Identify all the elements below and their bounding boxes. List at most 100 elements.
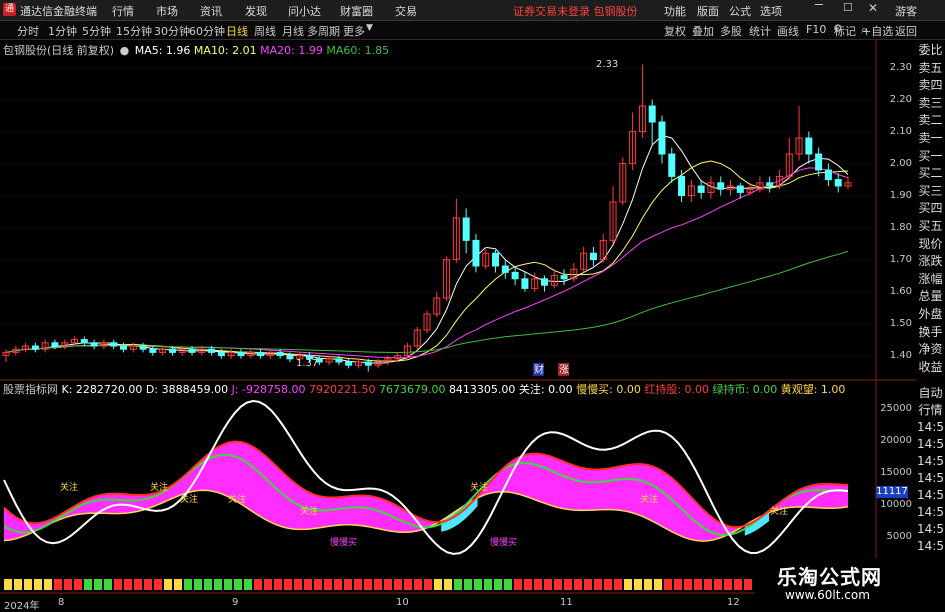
zhang-tag-label: 涨 bbox=[559, 364, 569, 376]
k-value: K: 2282720.00 bbox=[61, 383, 143, 396]
watermark-title: 乐淘公式网 bbox=[777, 565, 882, 589]
signal-cell bbox=[574, 579, 582, 590]
sidebar-quote-item: 净资 bbox=[918, 342, 943, 357]
draw-line-button[interactable]: 画线 bbox=[777, 23, 799, 39]
period-tab-1min[interactable]: 1分钟 bbox=[48, 23, 77, 39]
menu-item-layout[interactable]: 版面 bbox=[697, 3, 719, 19]
signal-cell bbox=[484, 579, 492, 590]
signal-cell bbox=[524, 579, 532, 590]
chart-area[interactable]: 关注关注关注关注关注关注关注关注慢慢买 慢慢买 2.33 1.37 财 涨 bbox=[0, 40, 916, 597]
signal-cell bbox=[134, 579, 142, 590]
candle-down bbox=[149, 348, 157, 353]
app-title: 通达信金融终端 bbox=[20, 5, 97, 18]
menu-item-wealth[interactable]: 财富圈 bbox=[340, 3, 373, 19]
signal-cell bbox=[164, 579, 172, 590]
sidebar-quote-item: 涨幅 bbox=[918, 271, 943, 286]
signal-cell bbox=[744, 579, 752, 590]
menu-item-discover[interactable]: 发现 bbox=[245, 3, 267, 19]
minimize-icon[interactable] bbox=[815, 4, 823, 5]
candle-down bbox=[589, 252, 597, 261]
sidebar-quote-item: 买五 bbox=[918, 218, 943, 233]
v5-value: 慢慢买: 0.00 bbox=[576, 383, 641, 396]
maximize-icon[interactable]: ☐ bbox=[843, 1, 853, 14]
x-tick-month: 10 bbox=[396, 597, 409, 608]
high-annotation: 2.33 bbox=[596, 59, 618, 70]
sidebar-tick-item: 14:5 bbox=[917, 471, 944, 485]
signal-cell bbox=[644, 579, 652, 590]
watermark: 乐淘公式网 www.60lt.com bbox=[755, 558, 945, 609]
x-tick-year: 2024年 bbox=[4, 601, 40, 612]
indicator-name[interactable]: 股票指标网 bbox=[3, 383, 58, 396]
v7-value: 绿持币: 0.00 bbox=[712, 383, 778, 396]
period-tab-more[interactable]: 更多 bbox=[343, 23, 365, 39]
login-notice[interactable]: 证券交易未登录 包钢股份 bbox=[513, 3, 638, 19]
chevron-down-icon[interactable]: ▼ bbox=[366, 23, 373, 33]
menu-item-options[interactable]: 选项 bbox=[760, 3, 782, 19]
sidebar-quote-item: 买二 bbox=[918, 166, 943, 181]
adjust-button[interactable]: 复权 bbox=[664, 23, 686, 39]
period-tab-monthly[interactable]: 月线 bbox=[282, 23, 304, 39]
menu-item-market[interactable]: 行情 bbox=[112, 3, 134, 19]
signal-cell bbox=[654, 579, 662, 590]
menu-item-ask[interactable]: 问小达 bbox=[288, 3, 321, 19]
x-tick-month: 11 bbox=[560, 597, 573, 608]
period-tab-multi[interactable]: 多周期 bbox=[307, 23, 340, 39]
multi-stock-button[interactable]: 多股 bbox=[720, 23, 742, 39]
menu-item-function[interactable]: 功能 bbox=[664, 3, 686, 19]
back-button[interactable]: 返回 bbox=[895, 23, 917, 39]
signal-cell bbox=[384, 579, 392, 590]
period-tab-weekly[interactable]: 周线 bbox=[254, 23, 276, 39]
signal-cell bbox=[504, 579, 512, 590]
signal-cell bbox=[144, 579, 152, 590]
signal-cell bbox=[14, 579, 22, 590]
close-icon[interactable]: ✕ bbox=[868, 1, 878, 15]
menu-item-exchange[interactable]: 市场 bbox=[156, 3, 178, 19]
price-tick: 2.30 bbox=[889, 62, 912, 73]
quote-sidebar: 委比 卖五 卖四 卖三 卖二 卖一 买一 买二 买三 买四 买五 现价 涨跌 涨幅 总量 外盘 换手 净资 收益 bbox=[916, 42, 945, 376]
signal-cell bbox=[624, 579, 632, 590]
low-annotation: 1.37 bbox=[296, 358, 318, 369]
candle-down bbox=[668, 153, 676, 177]
candlesticks bbox=[2, 64, 852, 372]
candle-down bbox=[540, 278, 548, 286]
sidebar-quote-item: 买三 bbox=[918, 183, 943, 198]
period-tab-daily[interactable]: 日线 bbox=[226, 23, 248, 39]
menu-item-formula[interactable]: 公式 bbox=[729, 3, 751, 19]
indicator-tick: 15000 bbox=[880, 467, 912, 478]
period-tab-60min[interactable]: 60分钟 bbox=[189, 23, 225, 39]
v3-value: 8413305.00 bbox=[448, 383, 516, 396]
signal-cell bbox=[154, 579, 162, 590]
mark-button[interactable]: 标记 bbox=[834, 23, 856, 39]
watermark-url: www.60lt.com bbox=[785, 588, 870, 602]
indicator-mark: 关注 bbox=[228, 493, 246, 505]
overlay-button[interactable]: 叠加 bbox=[692, 23, 714, 39]
guest-label[interactable]: 游客 bbox=[895, 3, 917, 19]
menu-item-news[interactable]: 资讯 bbox=[200, 3, 222, 19]
candle-down bbox=[188, 348, 196, 353]
add-watchlist-button[interactable]: +自选 bbox=[862, 23, 893, 39]
statistics-button[interactable]: 统计 bbox=[749, 23, 771, 39]
signal-cell bbox=[264, 579, 272, 590]
f10-button[interactable]: F10 bbox=[806, 23, 826, 36]
v4-value: 关注: 0.00 bbox=[518, 383, 573, 396]
signal-cell bbox=[194, 579, 202, 590]
candle-down bbox=[237, 351, 245, 357]
candle-down bbox=[31, 345, 39, 350]
menu-item-trade[interactable]: 交易 bbox=[395, 3, 417, 19]
period-tab-15min[interactable]: 15分钟 bbox=[116, 23, 152, 39]
indicator-mark: 关注 bbox=[300, 505, 318, 517]
signal-cell bbox=[214, 579, 222, 590]
sidebar-tick-item: 14:5 bbox=[917, 437, 944, 451]
v2-value: 7673679.00 bbox=[378, 383, 446, 396]
x-tick-month: 9 bbox=[232, 597, 239, 608]
sidebar-quote-item: 现价 bbox=[918, 236, 943, 251]
period-tab-5min[interactable]: 5分钟 bbox=[82, 23, 111, 39]
price-tick: 2.00 bbox=[889, 158, 912, 169]
signal-cell bbox=[464, 579, 472, 590]
indicator-tick: 25000 bbox=[880, 403, 912, 414]
period-tab-intraday[interactable]: 分时 bbox=[17, 23, 39, 39]
period-tab-30min[interactable]: 30分钟 bbox=[154, 23, 190, 39]
candle-down bbox=[276, 351, 284, 357]
sidebar-quote-item: 收益 bbox=[918, 359, 943, 374]
signal-cell bbox=[304, 579, 312, 590]
